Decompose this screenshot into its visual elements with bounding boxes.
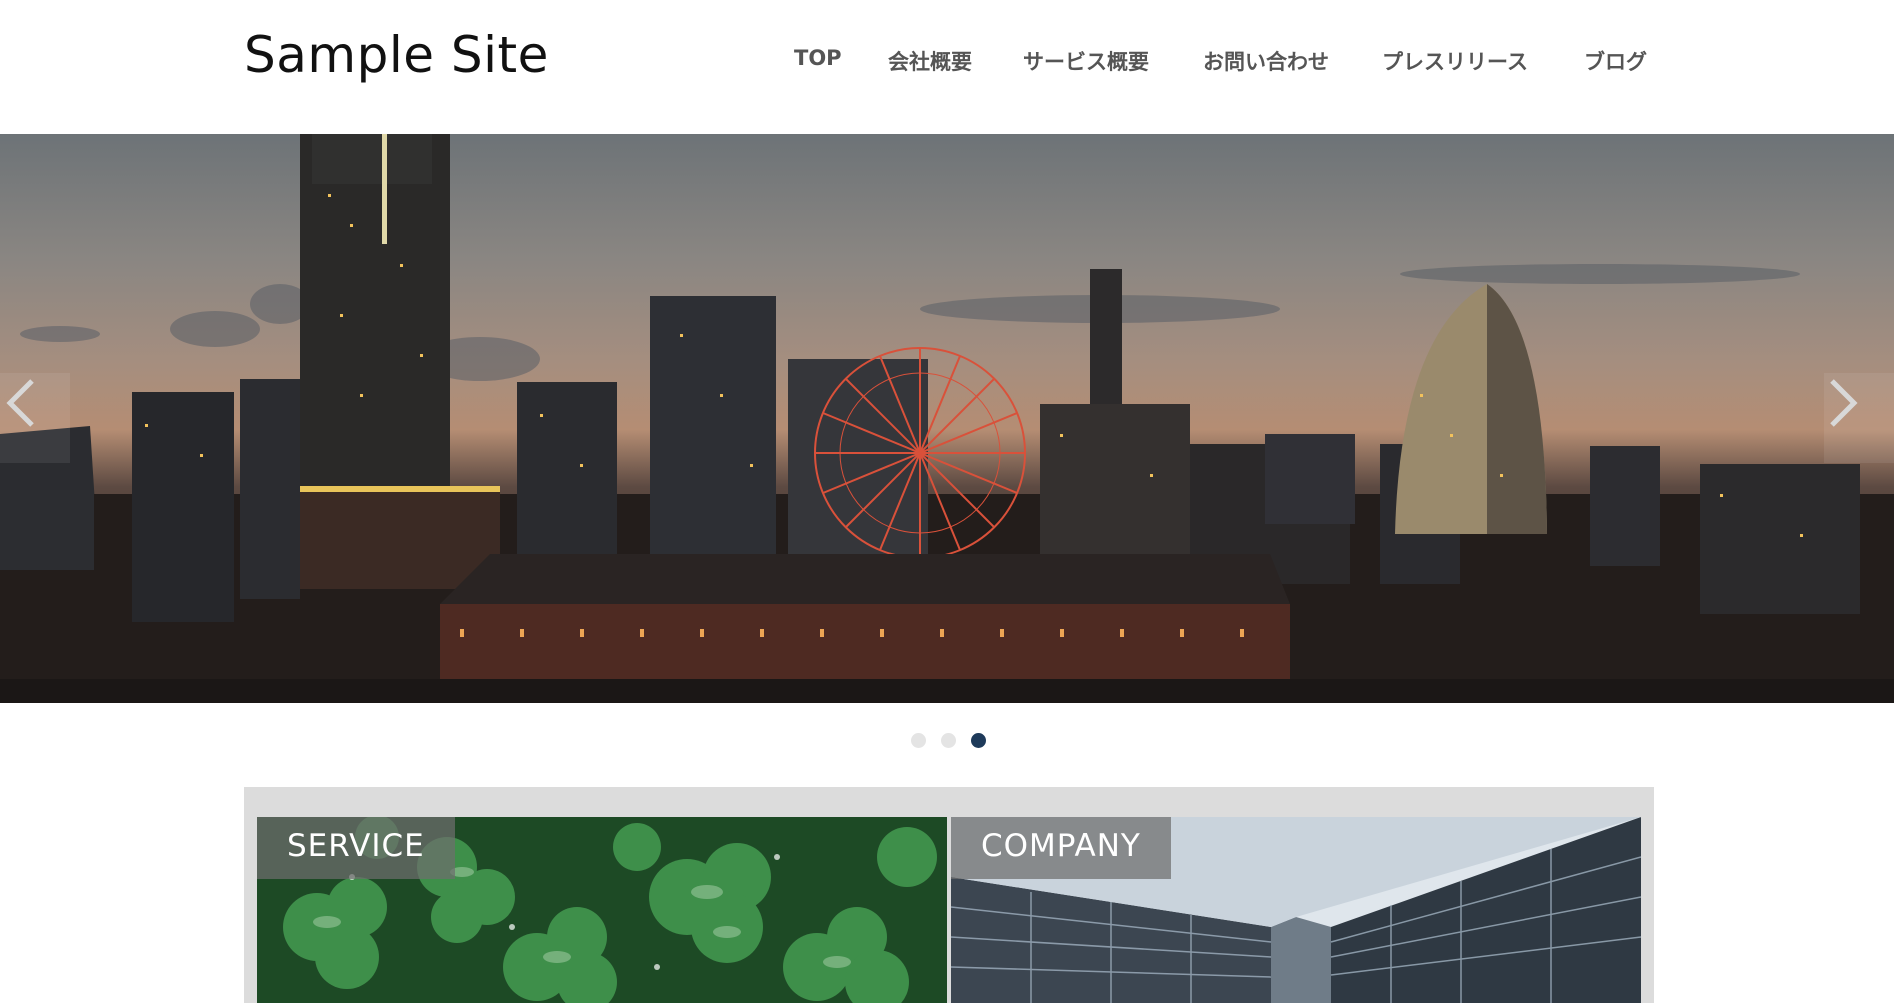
slider-pagination (0, 733, 1894, 749)
nav-item-top[interactable]: TOP (794, 46, 842, 70)
site-header: Sample Site TOP 会社概要 サービス概要 お問い合わせ プレスリリ… (0, 0, 1894, 134)
nav-item-company[interactable]: 会社概要 (888, 46, 972, 76)
slider-prev-button[interactable] (0, 373, 70, 463)
hero-image-city-night-skyline (0, 134, 1894, 703)
company-card[interactable]: COMPANY (951, 817, 1641, 1003)
chevron-right-icon (1830, 379, 1858, 427)
slider-next-button[interactable] (1824, 373, 1894, 463)
chevron-left-icon (6, 379, 34, 427)
nav-item-contact[interactable]: お問い合わせ (1203, 46, 1329, 76)
slider-dot-2[interactable] (941, 733, 956, 748)
nav-item-blog[interactable]: ブログ (1584, 46, 1647, 76)
company-card-label: COMPANY (951, 817, 1171, 879)
hero-slider (0, 134, 1894, 703)
feature-cards: SERVICE COMPANY (244, 787, 1654, 1003)
service-card[interactable]: SERVICE (257, 817, 947, 1003)
slider-dot-3-active[interactable] (971, 733, 986, 748)
slider-dot-1[interactable] (911, 733, 926, 748)
ferris-wheel (814, 347, 1026, 559)
global-nav: TOP 会社概要 サービス概要 お問い合わせ プレスリリース ブログ (0, 46, 1894, 76)
nav-item-press-release[interactable]: プレスリリース (1382, 46, 1528, 76)
nav-item-service[interactable]: サービス概要 (1023, 46, 1149, 76)
service-card-label: SERVICE (257, 817, 455, 879)
